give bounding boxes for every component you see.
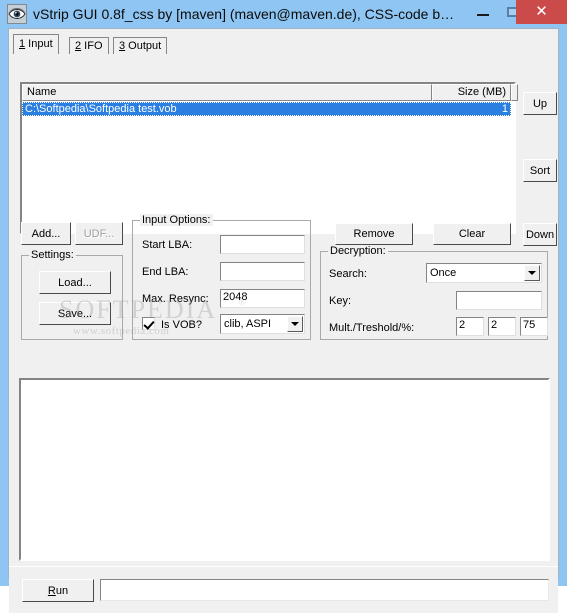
add-button[interactable]: Add...: [21, 222, 71, 245]
decryption-group: Decryption: Search: Once Key: Mult./Tres…: [320, 245, 548, 340]
run-mnemonic: R: [47, 584, 56, 597]
save-label: Save...: [57, 307, 93, 320]
settings-group-title: Settings:: [29, 249, 76, 261]
clear-button[interactable]: Clear: [433, 223, 511, 245]
tab-ifo-label: IFO: [81, 40, 103, 52]
sort-button[interactable]: Sort: [523, 159, 557, 182]
end-lba-label: End LBA:: [142, 266, 189, 278]
move-up-button[interactable]: Up: [523, 92, 557, 115]
file-list[interactable]: Name Size (MB) C:\Softpedia\Softpedia te…: [20, 82, 518, 234]
log-output-panel[interactable]: [19, 378, 550, 561]
settings-group: Settings: Load... Save...: [21, 249, 123, 340]
save-settings-button[interactable]: Save...: [39, 302, 111, 325]
max-resync-label: Max. Resync:: [142, 293, 209, 305]
minimize-icon: [477, 14, 489, 16]
progress-bar: [100, 579, 549, 601]
search-mode-dropdown[interactable]: Once: [426, 263, 542, 283]
tab-output-label: Output: [125, 40, 162, 52]
title-bar: vStrip GUI 0.8f_css by [maven] (maven@ma…: [0, 0, 567, 28]
column-header-filler: [511, 84, 518, 101]
load-settings-button[interactable]: Load...: [39, 271, 111, 294]
is-vob-checkbox[interactable]: [142, 317, 155, 330]
clear-label: Clear: [458, 228, 486, 240]
decryption-title: Decryption:: [328, 245, 388, 257]
file-size-cell: 1: [501, 103, 508, 115]
remove-label: Remove: [353, 228, 395, 240]
tab-output[interactable]: 3 Output: [113, 37, 168, 54]
key-input[interactable]: [456, 291, 542, 310]
tab-input[interactable]: 1 Input: [13, 34, 59, 54]
move-up-label: Up: [532, 97, 548, 110]
chevron-down-icon[interactable]: [287, 316, 303, 332]
minimize-button[interactable]: [468, 0, 498, 24]
input-options-title: Input Options:: [140, 214, 213, 226]
is-vob-label: Is VOB?: [161, 319, 202, 331]
close-button[interactable]: ✕: [516, 0, 567, 24]
run-button[interactable]: Run: [22, 579, 94, 602]
search-label: Search:: [329, 268, 367, 280]
input-options-group: Input Options: Start LBA: End LBA: Max. …: [132, 214, 311, 340]
tab-ifo[interactable]: 2 IFO: [69, 37, 109, 54]
column-header-name[interactable]: Name: [22, 84, 432, 101]
start-lba-input[interactable]: [220, 235, 305, 254]
close-icon: ✕: [535, 3, 548, 20]
reader-mode-value: clib, ASPI: [224, 318, 272, 330]
udf-label: UDF...: [83, 227, 115, 240]
column-header-size[interactable]: Size (MB): [432, 84, 511, 101]
bottom-bar: Run: [9, 566, 558, 613]
table-row[interactable]: C:\Softpedia\Softpedia test.vob 1: [22, 102, 511, 116]
client-area: 1 Input 2 IFO 3 Output Name Size (MB) C:…: [8, 28, 559, 613]
move-down-button[interactable]: Down: [523, 223, 557, 246]
remove-button[interactable]: Remove: [335, 223, 413, 245]
tab-strip: 1 Input 2 IFO 3 Output: [13, 33, 556, 54]
file-list-body: C:\Softpedia\Softpedia test.vob 1: [22, 101, 514, 232]
tab-input-label: Input: [25, 38, 53, 50]
file-list-header: Name Size (MB): [22, 84, 518, 101]
max-resync-input[interactable]: 2048: [220, 289, 305, 308]
window-title: vStrip GUI 0.8f_css by [maven] (maven@ma…: [33, 6, 455, 22]
move-down-label: Down: [525, 228, 555, 241]
mult-threshold-label: Mult./Treshold/%:: [329, 322, 415, 334]
load-label: Load...: [58, 276, 92, 289]
mult-input[interactable]: 2: [456, 317, 484, 336]
chevron-down-icon[interactable]: [524, 265, 540, 281]
search-mode-value: Once: [430, 267, 457, 279]
eye-icon: [7, 4, 27, 24]
sort-label: Sort: [529, 164, 551, 177]
udf-button: UDF...: [75, 222, 123, 245]
percent-input[interactable]: 75: [520, 317, 548, 336]
end-lba-input[interactable]: [220, 262, 305, 281]
start-lba-label: Start LBA:: [142, 239, 193, 251]
run-label: Run: [23, 585, 93, 597]
application-window: vStrip GUI 0.8f_css by [maven] (maven@ma…: [0, 0, 567, 613]
file-name-cell: C:\Softpedia\Softpedia test.vob: [25, 103, 177, 115]
run-label-rest: un: [55, 584, 69, 597]
key-label: Key:: [329, 295, 352, 307]
threshold-input[interactable]: 2: [488, 317, 516, 336]
add-label: Add...: [31, 227, 61, 240]
reader-mode-dropdown[interactable]: clib, ASPI: [220, 314, 305, 334]
